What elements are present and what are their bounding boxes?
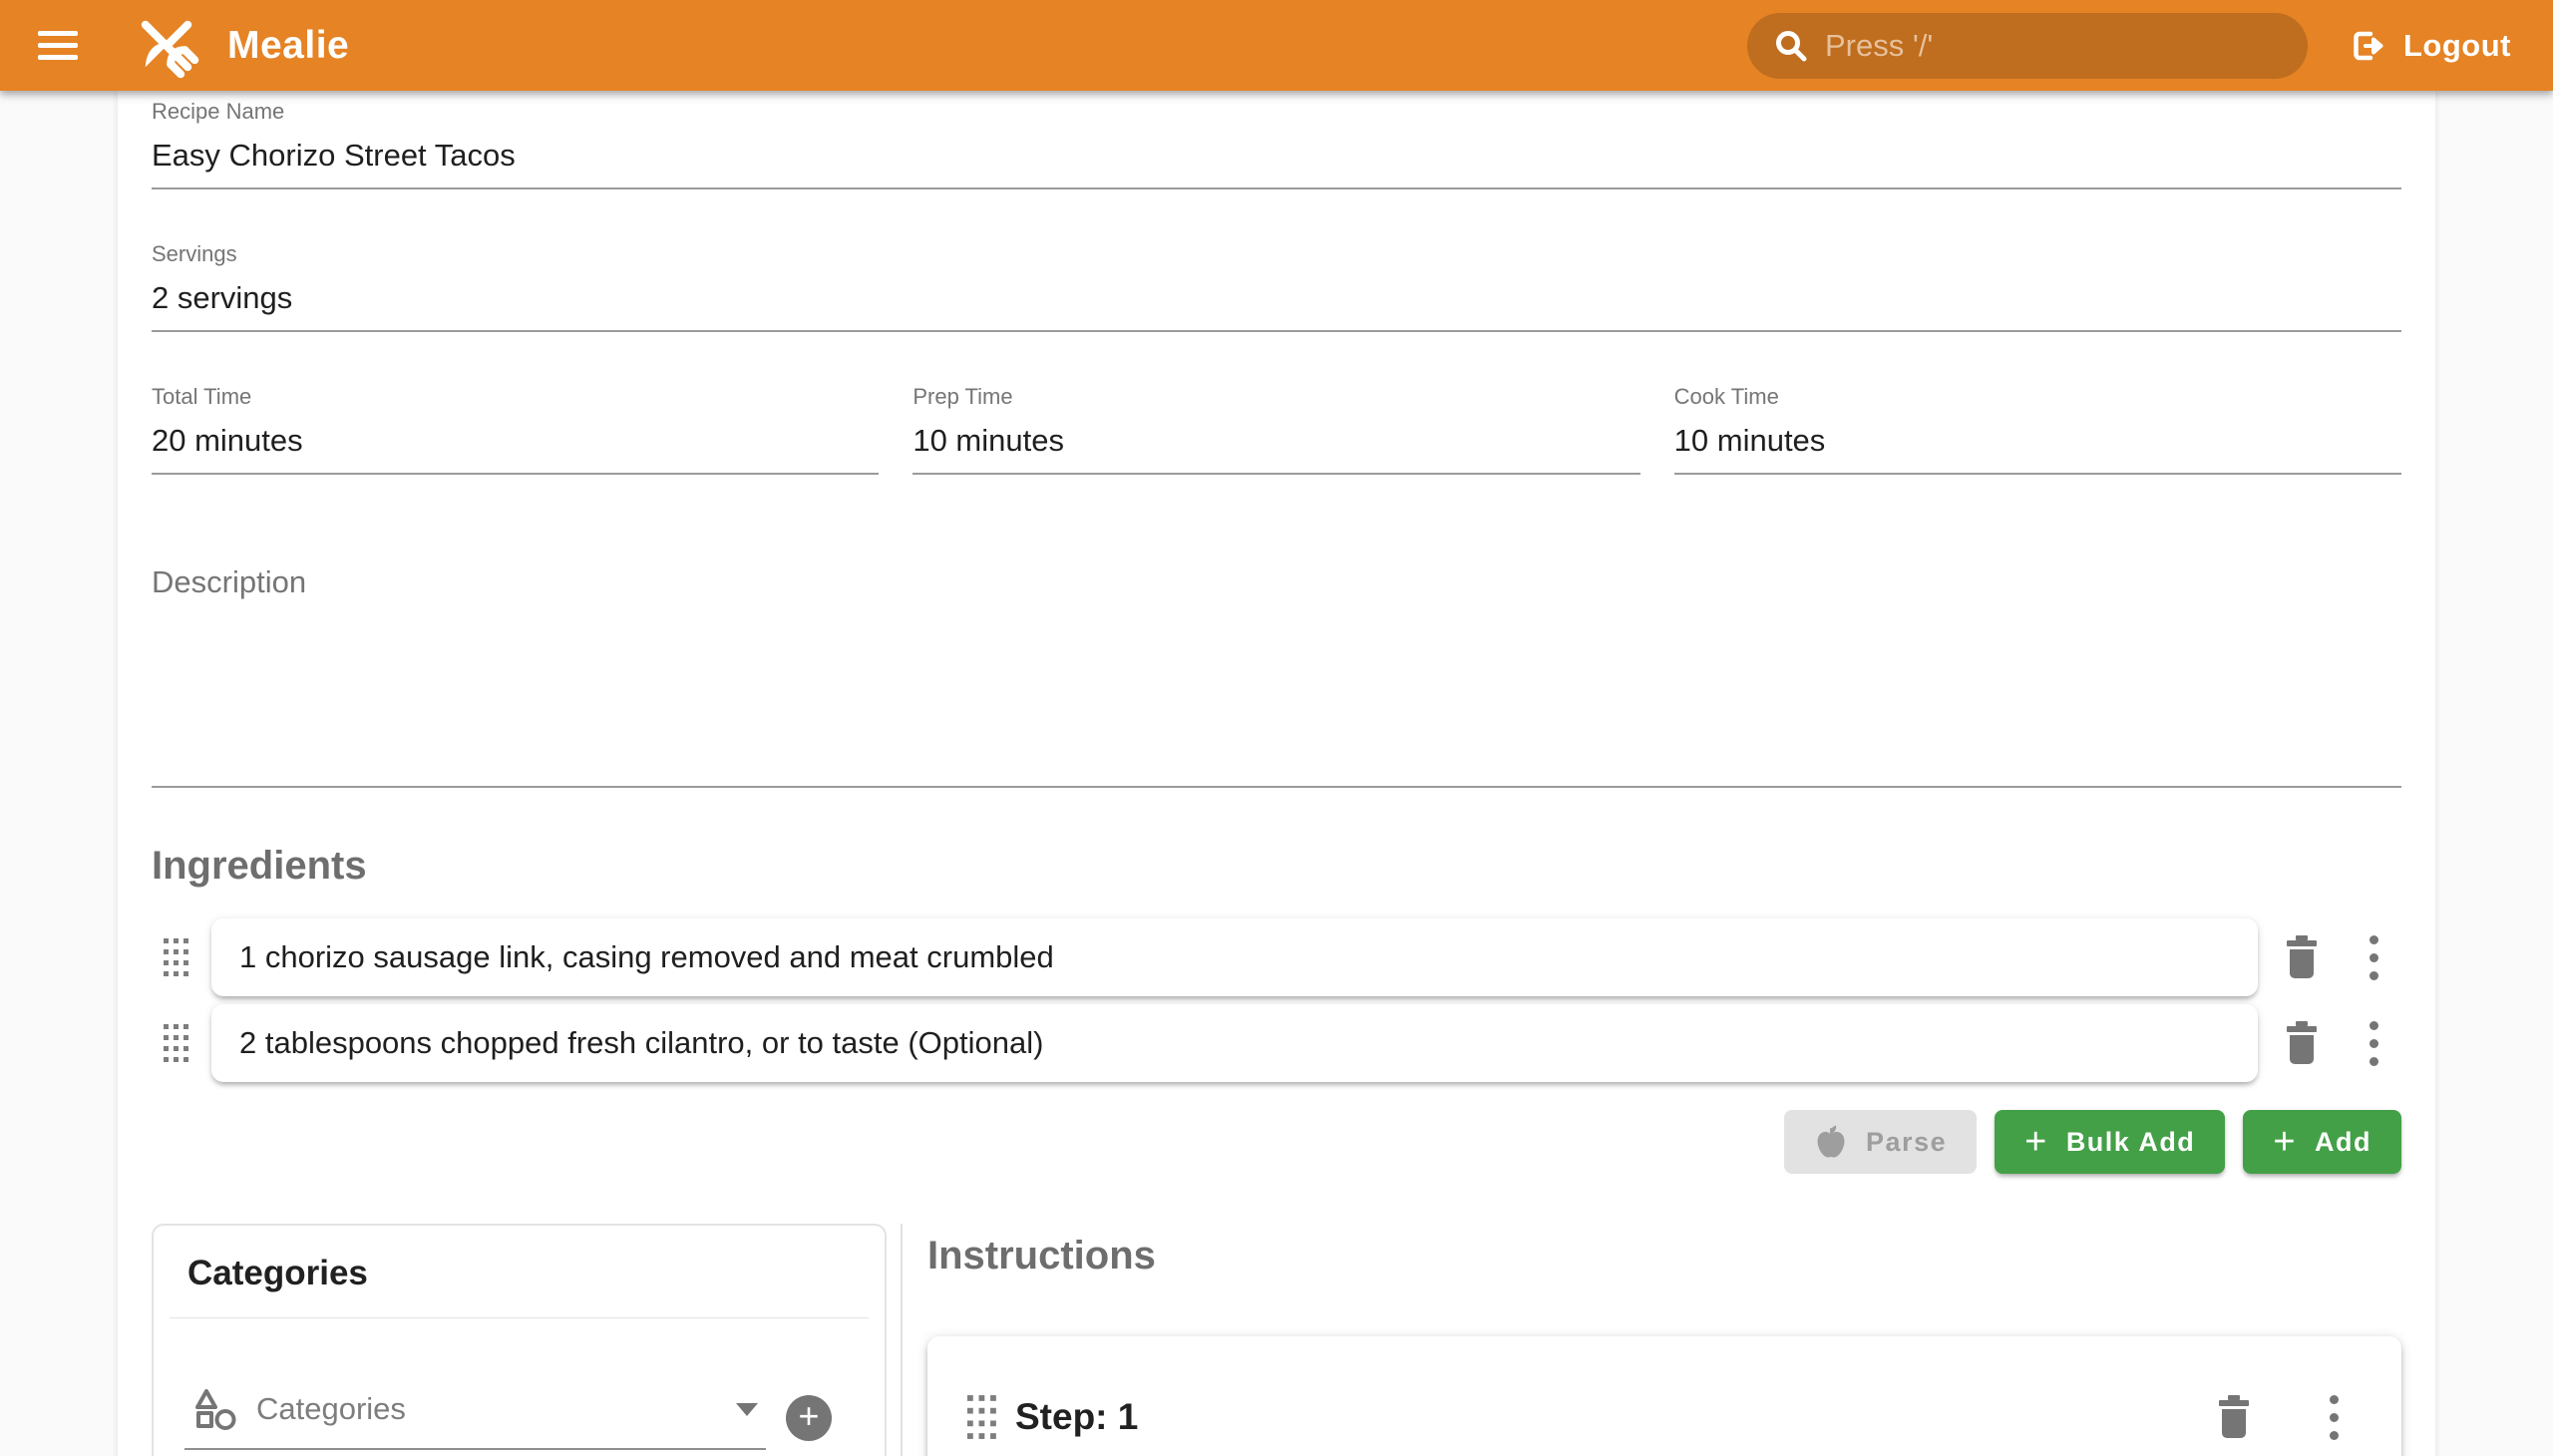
add-category-button[interactable]: + — [786, 1395, 832, 1441]
search-icon — [1773, 28, 1809, 64]
apple-icon — [1814, 1124, 1848, 1160]
ingredient-input[interactable] — [239, 1025, 2230, 1061]
ingredients-heading: Ingredients — [152, 844, 2401, 889]
parse-label: Parse — [1866, 1127, 1947, 1158]
categories-select[interactable]: Categories — [184, 1386, 766, 1450]
logout-label: Logout — [2403, 28, 2511, 64]
vertical-divider — [901, 1224, 903, 1456]
delete-ingredient-button[interactable] — [2274, 1015, 2330, 1071]
bulk-add-label: Bulk Add — [2066, 1127, 2196, 1158]
categories-heading: Categories — [154, 1226, 885, 1317]
instruction-step-card: Step: 1 — [927, 1336, 2401, 1456]
add-ingredient-button[interactable]: + Add — [2243, 1110, 2401, 1174]
hamburger-menu-button[interactable] — [38, 18, 94, 74]
search-bar[interactable] — [1747, 13, 2308, 79]
plus-icon: + — [2273, 1123, 2297, 1161]
description-input[interactable] — [152, 600, 2401, 786]
hamburger-menu-icon — [38, 31, 78, 36]
plus-circle-icon: + — [798, 1398, 819, 1434]
silverware-icon — [130, 9, 203, 83]
parse-button[interactable]: Parse — [1784, 1110, 1977, 1174]
description-field: Description — [152, 564, 2401, 788]
recipe-name-field: Recipe Name — [152, 99, 2401, 189]
ingredients-list — [152, 918, 2401, 1082]
cook-time-input[interactable] — [1674, 410, 2401, 473]
trash-icon — [2283, 1021, 2321, 1065]
trash-icon — [2283, 935, 2321, 979]
cook-time-label: Cook Time — [1674, 384, 2401, 410]
instructions-section: Instructions — [927, 1224, 2401, 1456]
kebab-menu-icon — [2370, 935, 2378, 980]
add-label: Add — [2315, 1127, 2371, 1158]
kebab-menu-icon — [2370, 1021, 2378, 1066]
mealie-app: Mealie Logout Recipe Name Servings — [0, 0, 2553, 1456]
total-time-label: Total Time — [152, 384, 879, 410]
ingredient-menu-button[interactable] — [2346, 929, 2401, 985]
ingredient-row — [152, 1004, 2401, 1082]
search-input[interactable] — [1825, 28, 2284, 64]
shapes-icon — [192, 1386, 238, 1432]
app-bar: Mealie Logout — [0, 0, 2553, 91]
logout-button[interactable]: Logout — [2350, 27, 2511, 65]
ingredient-menu-button[interactable] — [2346, 1015, 2401, 1071]
delete-ingredient-button[interactable] — [2274, 929, 2330, 985]
times-row: Total Time Prep Time Cook Time — [152, 384, 2401, 475]
cook-time-field: Cook Time — [1674, 384, 2401, 475]
app-title: Mealie — [227, 24, 349, 68]
step-header: Step: 1 — [967, 1386, 2362, 1448]
total-time-input[interactable] — [152, 410, 879, 473]
recipe-name-input[interactable] — [152, 125, 2401, 187]
divider — [170, 1317, 869, 1318]
kebab-menu-icon — [2330, 1395, 2339, 1440]
step-title: Step: 1 — [1015, 1396, 1138, 1438]
servings-label: Servings — [152, 241, 2401, 267]
categories-select-row: Categories + — [154, 1386, 885, 1450]
bulk-add-button[interactable]: + Bulk Add — [1995, 1110, 2225, 1174]
prep-time-field: Prep Time — [912, 384, 1640, 475]
recipe-editor-card: Recipe Name Servings Total Time Prep Tim… — [118, 91, 2435, 1456]
lower-section: Categories Categories — [152, 1224, 2401, 1456]
prep-time-input[interactable] — [912, 410, 1640, 473]
recipe-name-label: Recipe Name — [152, 99, 2401, 125]
drag-handle[interactable] — [967, 1395, 997, 1439]
ingredient-row — [152, 918, 2401, 996]
servings-field: Servings — [152, 241, 2401, 332]
ingredient-input[interactable] — [239, 939, 2230, 975]
drag-handle-icon — [164, 938, 189, 976]
plus-icon: + — [2024, 1123, 2048, 1161]
step-menu-button[interactable] — [2306, 1389, 2362, 1445]
trash-icon — [2215, 1395, 2253, 1439]
delete-step-button[interactable] — [2206, 1389, 2262, 1445]
ingredient-input-card — [211, 1004, 2258, 1082]
ingredient-actions: Parse + Bulk Add + Add — [152, 1110, 2401, 1174]
servings-input[interactable] — [152, 267, 2401, 330]
ingredient-input-card — [211, 918, 2258, 996]
caret-down-icon — [736, 1403, 758, 1416]
categories-card: Categories Categories — [152, 1224, 887, 1456]
description-label: Description — [152, 564, 2401, 600]
mealie-logo — [130, 9, 203, 83]
categories-select-label: Categories — [256, 1391, 406, 1427]
drag-handle-icon — [164, 1024, 189, 1062]
drag-handle[interactable] — [164, 938, 193, 976]
total-time-field: Total Time — [152, 384, 879, 475]
instructions-heading: Instructions — [927, 1234, 2401, 1278]
prep-time-label: Prep Time — [912, 384, 1640, 410]
logout-icon — [2350, 27, 2387, 65]
drag-handle-icon — [967, 1395, 997, 1439]
drag-handle[interactable] — [164, 1024, 193, 1062]
